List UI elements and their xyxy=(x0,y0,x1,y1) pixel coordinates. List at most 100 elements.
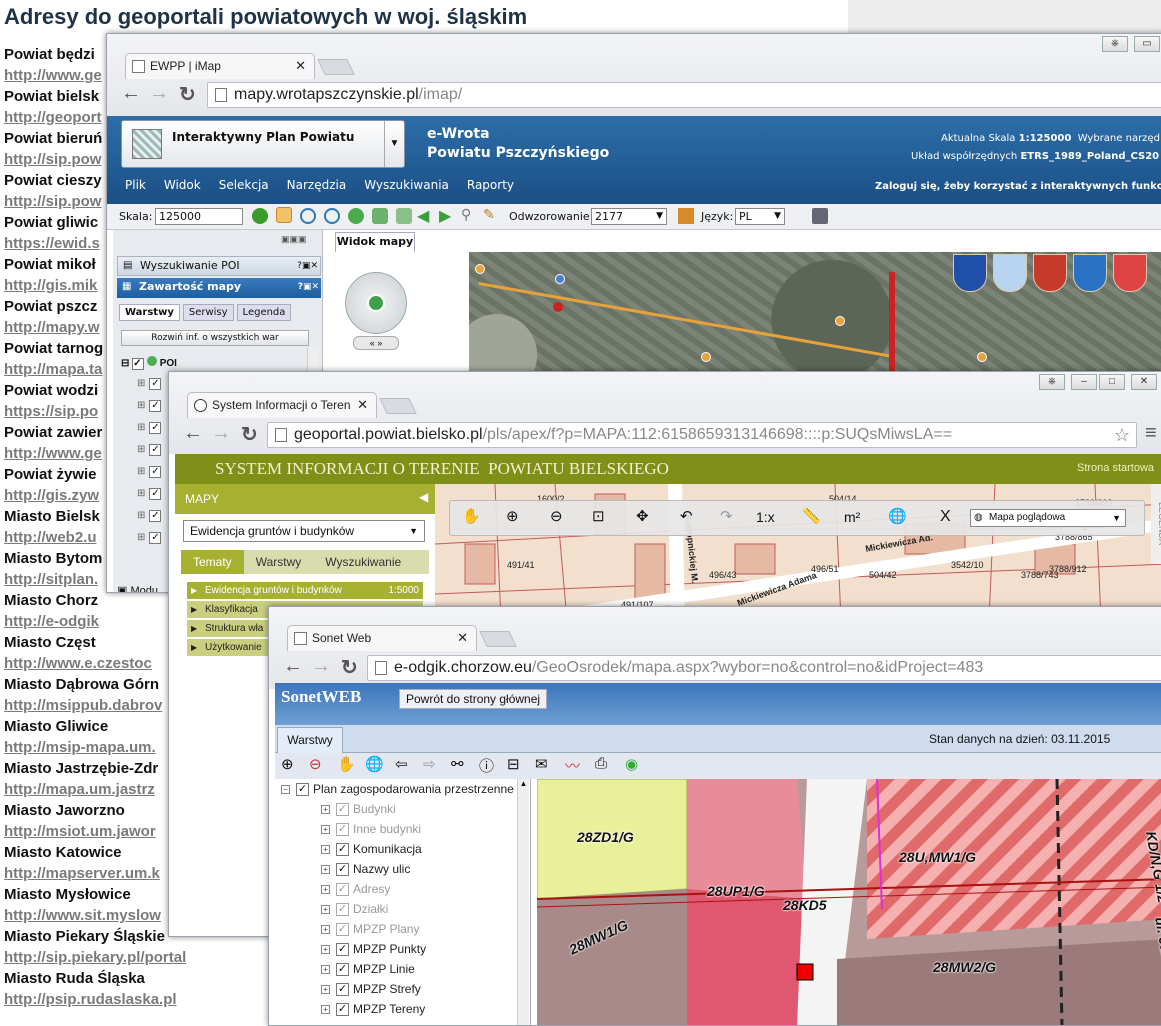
collapse-arrow-icon[interactable]: ◀ xyxy=(419,490,428,504)
expand-icon[interactable]: ⊞ xyxy=(137,488,145,499)
list-item-link[interactable]: http://www.e.czestoc xyxy=(4,653,186,674)
layer-row[interactable]: ⊞ ✓ xyxy=(137,422,162,444)
app-selector[interactable]: Interaktywny Plan Powiatu ▼ xyxy=(121,120,405,168)
forward-icon[interactable]: ⇨ xyxy=(423,755,436,773)
checkbox[interactable]: ✓ xyxy=(336,903,349,917)
tree-item[interactable]: + ✓ Nazwy ulic xyxy=(321,859,426,879)
expand-icon[interactable]: ⊞ xyxy=(137,444,145,455)
panel-tab[interactable]: Legenda xyxy=(236,304,292,321)
globe-icon[interactable] xyxy=(348,208,364,224)
layers-tab[interactable]: Warstwy xyxy=(277,727,343,753)
menu-item[interactable]: Widok xyxy=(164,178,201,192)
map-poi-marker[interactable] xyxy=(555,274,565,284)
layer-row[interactable]: ⊞ ✓ xyxy=(137,444,162,466)
map-canvas[interactable]: 28ZD1/G 28U,MW1/G 28UP1/G 28KD5 28MW1/G 28MW2… xyxy=(537,779,1161,1025)
calendar-icon[interactable] xyxy=(678,208,694,224)
globe-icon[interactable] xyxy=(367,294,385,312)
sidebar-tab[interactable]: Warstwy xyxy=(244,550,314,574)
measure-icon[interactable]: ✎ xyxy=(483,207,495,223)
locate-icon[interactable]: ◉ xyxy=(625,755,638,773)
panel-tab[interactable]: Serwisy xyxy=(182,304,234,321)
scale-input[interactable]: 125000 xyxy=(155,208,243,225)
menu-item[interactable]: Raporty xyxy=(467,178,514,192)
checkbox[interactable]: ✓ xyxy=(336,983,349,997)
binoculars-icon[interactable]: ⚯ xyxy=(451,755,464,773)
expand-icon[interactable]: + xyxy=(321,845,330,855)
coat-of-arms-icon[interactable] xyxy=(1113,254,1147,292)
bookmark-star-icon[interactable]: ☆ xyxy=(1114,423,1130,447)
collapse-icon[interactable]: ⊟ xyxy=(121,358,129,369)
close-window-button[interactable]: ✕ xyxy=(1131,374,1157,390)
module-row[interactable]: ▣ Modu xyxy=(117,584,158,592)
checkbox[interactable]: ✓ xyxy=(336,963,349,977)
forward-icon[interactable]: → xyxy=(211,422,231,445)
area-tool[interactable]: m² xyxy=(844,509,860,525)
tree-item[interactable]: + ✓ Budynki xyxy=(321,799,426,819)
menu-item[interactable]: Plik xyxy=(125,178,146,192)
back-icon[interactable]: ← xyxy=(121,82,141,105)
zoom-out-icon[interactable]: ⊖ xyxy=(309,755,322,773)
expand-icon[interactable]: + xyxy=(321,805,330,815)
checkbox[interactable]: ✓ xyxy=(336,943,349,957)
checkbox[interactable]: ✓ xyxy=(149,378,162,390)
zoom-collapse-button[interactable]: « » xyxy=(353,336,399,350)
reload-icon[interactable]: ↻ xyxy=(179,82,196,107)
tree-item[interactable]: + ✓ Komunikacja xyxy=(321,839,426,859)
zoom-out-icon[interactable] xyxy=(324,208,340,224)
expand-icon[interactable]: + xyxy=(321,925,330,935)
close-tab-icon[interactable]: ✕ xyxy=(295,54,306,78)
language-select[interactable]: PL ▼ xyxy=(735,208,785,225)
layer-row[interactable]: ⊞ ✓ xyxy=(137,378,162,400)
expand-icon[interactable]: ⊞ xyxy=(137,422,145,433)
address-bar[interactable]: geoportal.powiat.bielsko.pl/pls/apex/f?p… xyxy=(267,422,1137,448)
layer-row[interactable]: ⊞ ✓ xyxy=(137,532,162,554)
list-item-link[interactable]: http://mapa.um.jastrz xyxy=(4,779,186,800)
checkbox[interactable]: ✓ xyxy=(149,400,162,412)
tree-item[interactable]: + ✓ Inne budynki xyxy=(321,819,426,839)
expand-icon[interactable]: ⊞ xyxy=(137,466,145,477)
ruler-icon[interactable]: 📏 xyxy=(802,507,821,525)
panel-tab[interactable]: Warstwy xyxy=(119,304,180,321)
layer-row[interactable]: ⊞ ✓ xyxy=(137,466,162,488)
gps-icon[interactable] xyxy=(812,208,828,224)
globe-search-icon[interactable]: 🌐 xyxy=(888,507,907,525)
close-tab-icon[interactable]: ✕ xyxy=(457,626,468,650)
measure-icon[interactable]: 〰 xyxy=(565,755,580,776)
panel-buttons[interactable]: ▣▣▣ xyxy=(281,234,321,246)
menu-icon[interactable]: ≡ xyxy=(1145,422,1157,445)
new-tab-button[interactable] xyxy=(479,631,517,647)
login-hint[interactable]: Zaloguj się, żeby korzystać z interaktyw… xyxy=(875,181,1161,192)
reload-icon[interactable]: ↻ xyxy=(241,422,258,447)
layer-search-icon[interactable]: ⊟ xyxy=(507,755,520,773)
close-tab-icon[interactable]: ✕ xyxy=(357,393,368,417)
menu-item[interactable]: Selekcja xyxy=(219,178,269,192)
coat-of-arms-icon[interactable] xyxy=(993,254,1027,292)
browser-tab[interactable]: System Informacji o Teren ✕ xyxy=(187,392,377,418)
tree-item[interactable]: + ✓ MPZP Tereny xyxy=(321,999,426,1019)
sidebar-tab[interactable]: Tematy xyxy=(181,550,244,574)
user-icon[interactable]: ⎈ xyxy=(1039,374,1065,390)
pan-hand-icon[interactable]: ✋ xyxy=(462,507,481,525)
checkbox[interactable]: ✓ xyxy=(149,444,162,456)
zoom-in-icon[interactable] xyxy=(300,208,316,224)
coat-of-arms-icon[interactable] xyxy=(1073,254,1107,292)
back-icon[interactable]: ⇦ xyxy=(395,755,408,773)
list-item-link[interactable]: http://www.sit.myslow xyxy=(4,905,186,926)
layer-row[interactable]: ⊞ ✓ xyxy=(137,488,162,510)
expand-icon[interactable]: + xyxy=(321,905,330,915)
scale-tool[interactable]: 1:x xyxy=(756,509,775,525)
forward-icon[interactable]: → xyxy=(311,655,331,678)
panel-controls-icon[interactable]: ?▣✕ xyxy=(298,278,319,296)
list-item-link[interactable]: http://msiot.um.jawor xyxy=(4,821,186,842)
address-bar[interactable]: e-odgik.chorzow.eu/GeoOsrodek/mapa.aspx?… xyxy=(367,655,1161,681)
previous-extent-icon[interactable]: ◀ xyxy=(417,206,429,225)
legend-toggle[interactable]: LEGENDA xyxy=(1151,484,1161,564)
redo-icon[interactable]: ↷ xyxy=(720,507,733,525)
move-icon[interactable]: ✥ xyxy=(636,507,649,525)
tree-item[interactable]: + ✓ Działki xyxy=(321,899,426,919)
forward-icon[interactable]: → xyxy=(149,82,169,105)
address-bar[interactable]: mapy.wrotapszczynskie.pl/imap/ xyxy=(207,82,1161,108)
sidebar-tab[interactable]: Wyszukiwanie xyxy=(313,550,413,574)
pan-hand-icon[interactable]: ✋ xyxy=(337,755,356,773)
maximize-button[interactable]: □ xyxy=(1099,374,1125,390)
